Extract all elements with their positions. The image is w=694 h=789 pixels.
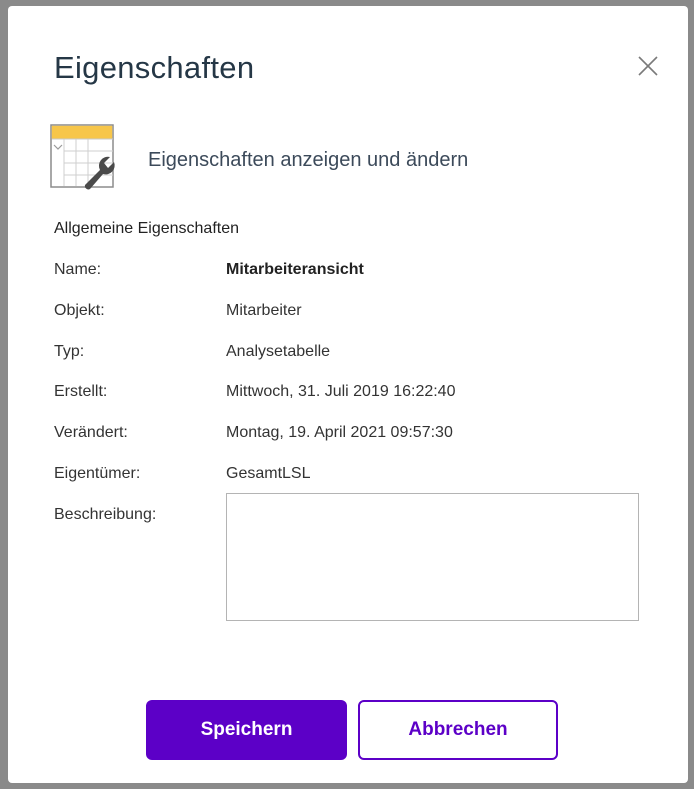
close-icon[interactable] [634,52,662,80]
object-value: Mitarbeiter [226,302,302,319]
dialog-title: Eigenschaften [54,50,255,85]
type-value: Analysetabelle [226,343,331,360]
name-value: Mitarbeiteransicht [226,261,364,278]
created-value: Mittwoch, 31. Juli 2019 16:22:40 [226,383,456,400]
modified-label: Verändert: [54,424,128,441]
properties-dialog: Eigenschaften Eigenschaften anzeigen und… [8,6,688,783]
cancel-button[interactable]: Abbrechen [358,700,558,760]
owner-value: GesamtLSL [226,465,311,482]
object-label: Objekt: [54,302,105,319]
owner-label: Eigentümer: [54,465,141,482]
created-label: Erstellt: [54,383,108,400]
save-button[interactable]: Speichern [146,700,347,760]
table-properties-icon [50,124,115,190]
description-field[interactable] [226,493,639,621]
name-label: Name: [54,261,102,278]
dialog-subtitle: Eigenschaften anzeigen und ändern [148,149,469,171]
type-label: Typ: [54,343,85,360]
section-title: Allgemeine Eigenschaften [54,220,240,237]
modified-value: Montag, 19. April 2021 09:57:30 [226,424,453,441]
description-label: Beschreibung: [54,506,157,523]
